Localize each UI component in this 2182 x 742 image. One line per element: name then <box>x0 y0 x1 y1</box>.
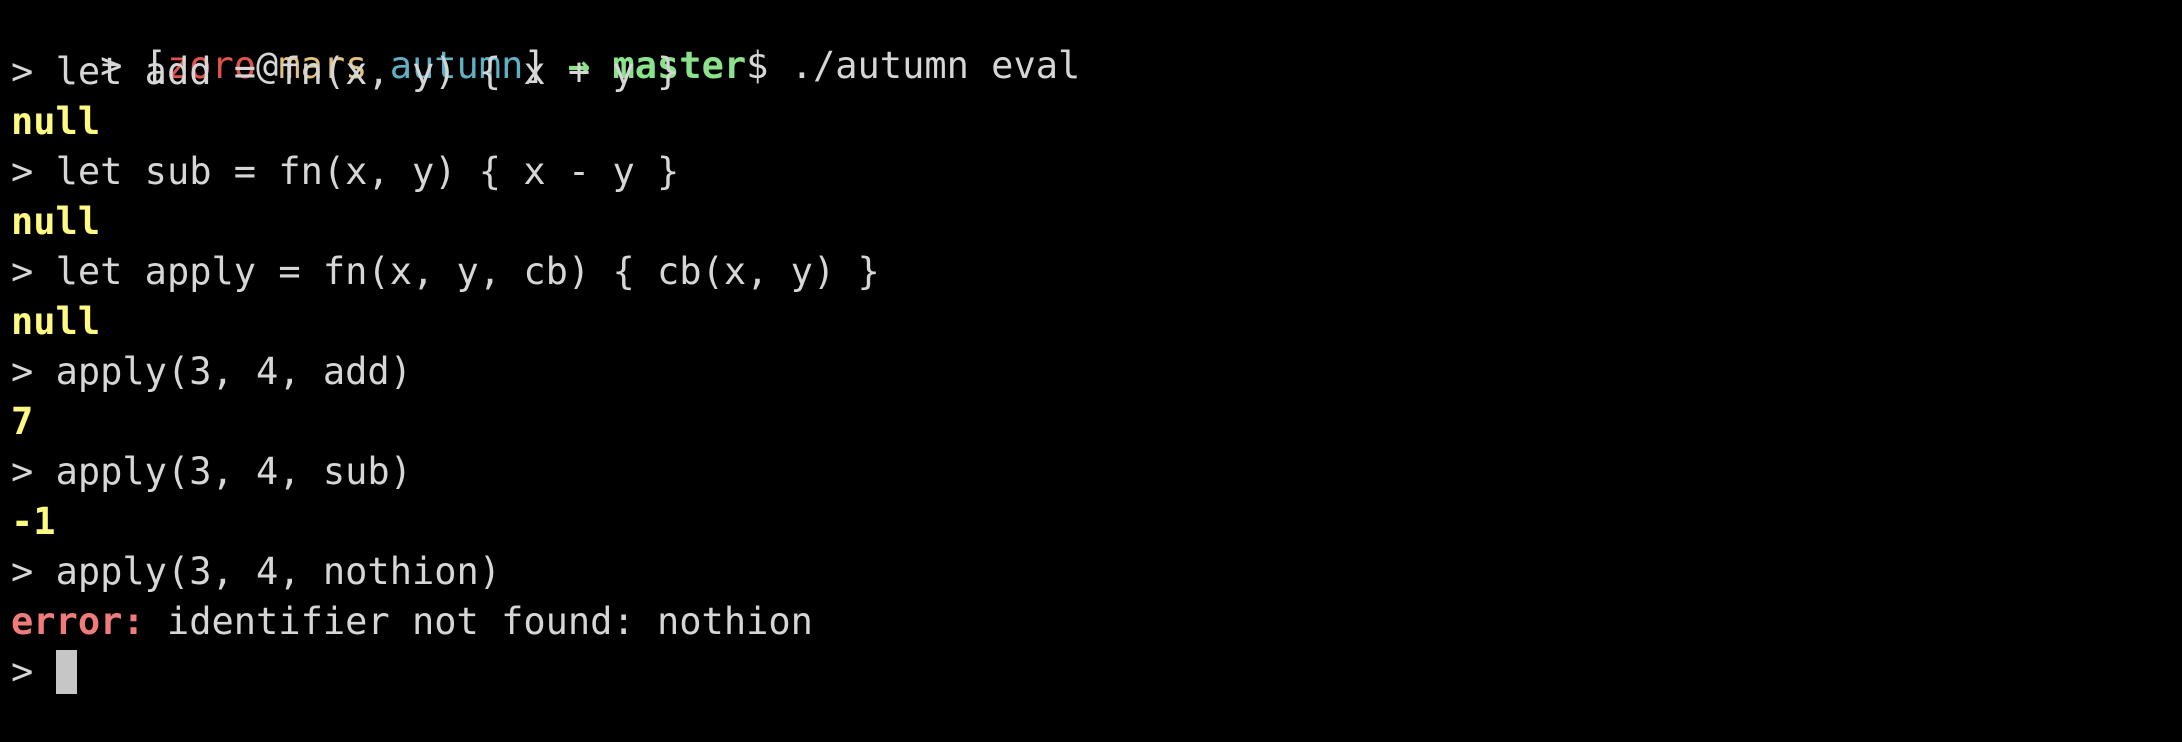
repl-prompt: > <box>11 50 56 93</box>
repl-prompt: > <box>11 150 56 193</box>
repl-input-line: > let add = fn(x, y) { x + y } <box>11 50 2182 100</box>
repl-output-line: -1 <box>11 500 56 543</box>
shell-command: ./autumn eval <box>768 44 1081 87</box>
repl-input-text: let apply = fn(x, y, cb) { cb(x, y) } <box>55 250 880 293</box>
repl-prompt: > <box>11 450 56 493</box>
terminal-window[interactable]: > [zoro@mars autumn] → master$ ./autumn … <box>0 0 2182 742</box>
repl-error-line: error: identifier not found: nothion <box>11 600 2182 650</box>
error-label: error: <box>11 600 145 643</box>
repl-input-line: > apply(3, 4, add) <box>11 350 2182 400</box>
repl-active-line[interactable]: > <box>11 650 2182 700</box>
repl-output-line: null <box>11 100 101 143</box>
error-message: identifier not found: nothion <box>144 600 813 643</box>
repl-output-line: null <box>11 300 101 343</box>
repl-input-text: let sub = fn(x, y) { x - y } <box>55 150 680 193</box>
repl-input-line: > apply(3, 4, sub) <box>11 450 2182 500</box>
repl-prompt: > <box>11 550 56 593</box>
shell-command-line: > [zoro@mars autumn] → master$ ./autumn … <box>11 0 2182 87</box>
repl-prompt: > <box>11 350 56 393</box>
repl-output-line: null <box>11 200 101 243</box>
prompt-dollar: $ <box>746 44 769 87</box>
repl-input-line: > let sub = fn(x, y) { x - y } <box>11 150 2182 200</box>
repl-input-text: apply(3, 4, nothion) <box>55 550 502 593</box>
repl-prompt: > <box>11 250 56 293</box>
repl-prompt: > <box>11 650 56 693</box>
repl-input-text: let add = fn(x, y) { x + y } <box>55 50 680 93</box>
repl-input-text: apply(3, 4, sub) <box>55 450 412 493</box>
repl-input-line: > apply(3, 4, nothion) <box>11 550 2182 600</box>
repl-input-line: > let apply = fn(x, y, cb) { cb(x, y) } <box>11 250 2182 300</box>
repl-input-text: apply(3, 4, add) <box>55 350 412 393</box>
repl-output-line: 7 <box>11 400 34 443</box>
text-cursor[interactable] <box>55 650 77 694</box>
